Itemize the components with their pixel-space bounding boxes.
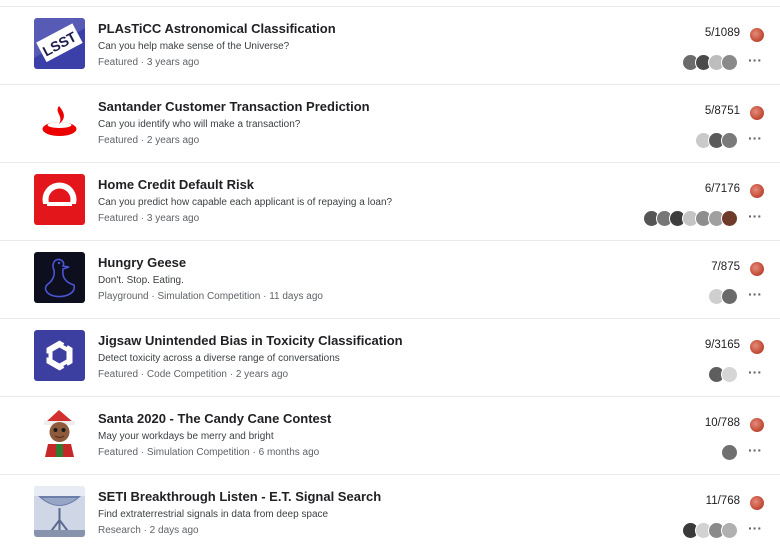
competition-description: Don't. Stop. Eating. xyxy=(98,275,184,286)
team-avatars xyxy=(708,366,738,383)
competition-row[interactable]: Santa 2020 - The Candy Cane Contest May … xyxy=(0,397,780,475)
competition-meta: Featured · 2 years ago xyxy=(98,135,200,146)
competition-description: Detect toxicity across a diverse range o… xyxy=(98,353,340,364)
avatar[interactable] xyxy=(721,210,738,227)
avatar[interactable] xyxy=(721,54,738,71)
avatar[interactable] xyxy=(721,288,738,305)
more-options-icon[interactable]: ··· xyxy=(748,287,762,301)
competition-title[interactable]: SETI Breakthrough Listen - E.T. Signal S… xyxy=(98,489,381,504)
competition-row[interactable]: Home Credit Default Risk Can you predict… xyxy=(0,163,780,241)
rank-value: 5/8751 xyxy=(704,105,740,117)
more-options-icon[interactable]: ··· xyxy=(748,365,762,379)
team-avatars xyxy=(643,210,738,227)
more-options-icon[interactable]: ··· xyxy=(748,521,762,535)
competition-row[interactable]: Santander Customer Transaction Predictio… xyxy=(0,85,780,163)
competition-description: Can you help make sense of the Universe? xyxy=(98,41,290,52)
bronze-medal-icon xyxy=(750,106,764,120)
elf-icon[interactable] xyxy=(34,408,85,459)
competition-meta: Featured · 3 years ago xyxy=(98,213,200,224)
bronze-medal-icon xyxy=(750,418,764,432)
more-options-icon[interactable]: ··· xyxy=(748,53,762,67)
goose-icon[interactable] xyxy=(34,252,85,303)
rank-value: 9/3165 xyxy=(704,339,740,351)
lsst-logo-icon[interactable]: LSST xyxy=(34,18,85,69)
competition-row[interactable]: LSST PLAsTiCC Astronomical Classificatio… xyxy=(0,7,780,85)
competition-meta: Featured · Simulation Competition · 6 mo… xyxy=(98,447,320,458)
jigsaw-logo-icon[interactable] xyxy=(34,330,85,381)
team-avatars xyxy=(695,132,738,149)
avatar[interactable] xyxy=(721,522,738,539)
competition-description: May your workdays be merry and bright xyxy=(98,431,274,442)
team-avatars xyxy=(682,522,738,539)
competition-meta: Playground · Simulation Competition · 11… xyxy=(98,291,323,302)
competition-list: LSST PLAsTiCC Astronomical Classificatio… xyxy=(0,7,780,552)
rank-value: 5/1089 xyxy=(704,27,740,39)
competition-title[interactable]: Santa 2020 - The Candy Cane Contest xyxy=(98,411,331,426)
santander-flame-icon[interactable] xyxy=(34,96,85,147)
bronze-medal-icon xyxy=(750,184,764,198)
competition-description: Find extraterrestrial signals in data fr… xyxy=(98,509,329,520)
bronze-medal-icon xyxy=(750,496,764,510)
more-options-icon[interactable]: ··· xyxy=(748,443,762,457)
competition-title[interactable]: Hungry Geese xyxy=(98,255,186,270)
competition-row[interactable]: Hungry Geese Don't. Stop. Eating. Playgr… xyxy=(0,241,780,319)
competition-title[interactable]: PLAsTiCC Astronomical Classification xyxy=(98,21,336,36)
avatar[interactable] xyxy=(721,444,738,461)
bronze-medal-icon xyxy=(750,340,764,354)
competition-description: Can you identify who will make a transac… xyxy=(98,119,301,130)
rank-value: 11/768 xyxy=(705,495,740,507)
team-avatars xyxy=(708,288,738,305)
more-options-icon[interactable]: ··· xyxy=(748,209,762,223)
competition-title[interactable]: Santander Customer Transaction Predictio… xyxy=(98,99,370,114)
team-avatars xyxy=(721,444,738,461)
competition-description: Can you predict how capable each applica… xyxy=(98,197,393,208)
rank-value: 10/788 xyxy=(704,417,740,429)
competition-title[interactable]: Jigsaw Unintended Bias in Toxicity Class… xyxy=(98,333,403,348)
team-avatars xyxy=(682,54,738,71)
bronze-medal-icon xyxy=(750,262,764,276)
home-credit-logo-icon[interactable] xyxy=(34,174,85,225)
competition-meta: Research · 2 days ago xyxy=(98,525,199,536)
competition-meta: Featured · Code Competition · 2 years ag… xyxy=(98,369,289,380)
competition-meta: Featured · 3 years ago xyxy=(98,57,200,68)
avatar[interactable] xyxy=(721,366,738,383)
avatar[interactable] xyxy=(721,132,738,149)
competition-row[interactable]: Jigsaw Unintended Bias in Toxicity Class… xyxy=(0,319,780,397)
rank-value: 6/7176 xyxy=(704,183,740,195)
bronze-medal-icon xyxy=(750,28,764,42)
rank-value: 7/875 xyxy=(711,261,740,273)
seti-dish-icon[interactable] xyxy=(34,486,85,537)
competition-row[interactable]: SETI Breakthrough Listen - E.T. Signal S… xyxy=(0,475,780,552)
competition-title[interactable]: Home Credit Default Risk xyxy=(98,177,254,192)
more-options-icon[interactable]: ··· xyxy=(748,131,762,145)
